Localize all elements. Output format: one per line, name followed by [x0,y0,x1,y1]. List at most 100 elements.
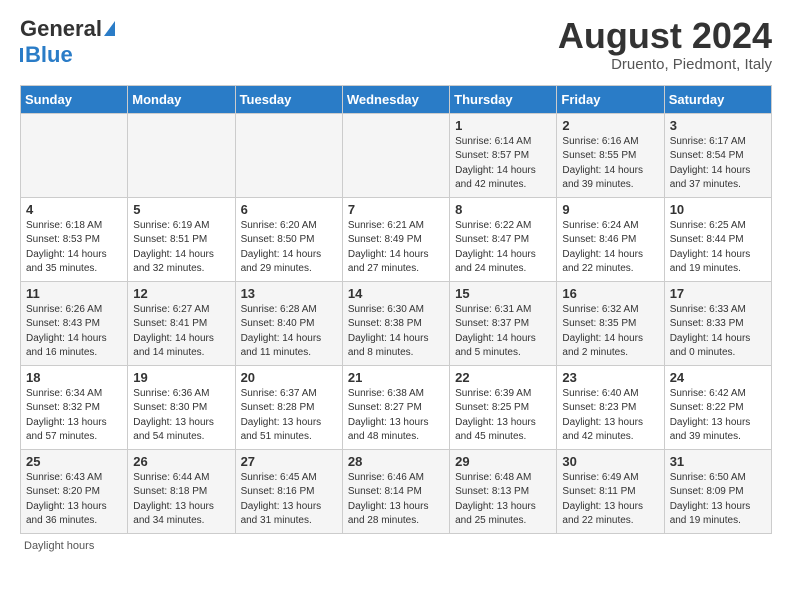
calendar-cell [128,113,235,197]
day-number: 21 [348,370,444,385]
calendar-cell: 4 Sunrise: 6:18 AMSunset: 8:53 PMDaylight… [21,197,128,281]
calendar-cell: 9Sunrise: 6:24 AMSunset: 8:46 PMDaylight… [557,197,664,281]
logo-blue: Blue [25,42,73,68]
calendar-cell: 25Sunrise: 6:43 AMSunset: 8:20 PMDayligh… [21,449,128,533]
logo-general: General [20,16,102,42]
calendar-cell: 13 Sunrise: 6:28 AMSunset: 8:40 PMDayligh… [235,281,342,365]
day-number: 26 [133,454,229,469]
calendar-cell: 21 Sunrise: 6:38 AMSunset: 8:27 PMDayligh… [342,365,449,449]
day-number: 18 [26,370,122,385]
day-number: 14 [348,286,444,301]
week-row-1: 4 Sunrise: 6:18 AMSunset: 8:53 PMDaylight… [21,197,772,281]
day-info: Sunrise: 6:50 AMSunset: 8:09 PMDaylight:… [670,471,766,529]
day-info: Sunrise: 6:18 AMSunset: 8:53 PMDaylight:… [26,219,122,277]
calendar-cell: 28Sunrise: 6:46 AMSunset: 8:14 PMDayligh… [342,449,449,533]
calendar-cell: 1Sunrise: 6:14 AMSunset: 8:57 PMDaylight… [450,113,557,197]
logo: General Blue [20,16,115,68]
day-info: Sunrise: 6:42 AMSunset: 8:22 PMDaylight:… [670,387,766,445]
day-number: 4 [26,202,122,217]
calendar-cell [21,113,128,197]
day-info: Sunrise: 6:40 AMSunset: 8:23 PMDaylight:… [562,387,658,445]
daylight-label: Daylight hours [24,540,94,552]
day-info: Sunrise: 6:26 AMSunset: 8:43 PMDaylight:… [26,303,122,361]
calendar-cell: 14 Sunrise: 6:30 AMSunset: 8:38 PMDayligh… [342,281,449,365]
day-info: Sunrise: 6:31 AMSunset: 8:37 PMDaylight:… [455,303,551,361]
day-info: Sunrise: 6:20 AMSunset: 8:50 PMDaylight:… [241,219,337,277]
day-info: Sunrise: 6:38 AMSunset: 8:27 PMDaylight:… [348,387,444,445]
location: Druento, Piedmont, Italy [558,56,772,73]
footer: Daylight hours [20,540,772,552]
day-info: Sunrise: 6:46 AMSunset: 8:14 PMDaylight:… [348,471,444,529]
calendar-cell: 7Sunrise: 6:21 AMSunset: 8:49 PMDaylight… [342,197,449,281]
day-number: 8 [455,202,551,217]
day-number: 16 [562,286,658,301]
day-info: Sunrise: 6:19 AMSunset: 8:51 PMDaylight:… [133,219,229,277]
header: General Blue August 2024 Druento, Piedmo… [20,16,772,73]
calendar-cell: 24 Sunrise: 6:42 AMSunset: 8:22 PMDayligh… [664,365,771,449]
day-number: 29 [455,454,551,469]
calendar-cell: 22 Sunrise: 6:39 AMSunset: 8:25 PMDayligh… [450,365,557,449]
day-info: Sunrise: 6:37 AMSunset: 8:28 PMDaylight:… [241,387,337,445]
day-number: 7 [348,202,444,217]
day-number: 11 [26,286,122,301]
calendar-cell: 11 Sunrise: 6:26 AMSunset: 8:43 PMDayligh… [21,281,128,365]
calendar-cell: 15 Sunrise: 6:31 AMSunset: 8:37 PMDayligh… [450,281,557,365]
day-number: 6 [241,202,337,217]
calendar-cell [235,113,342,197]
calendar-table: SundayMondayTuesdayWednesdayThursdayFrid… [20,85,772,534]
day-number: 23 [562,370,658,385]
day-number: 19 [133,370,229,385]
calendar-cell [342,113,449,197]
day-info: Sunrise: 6:27 AMSunset: 8:41 PMDaylight:… [133,303,229,361]
calendar-cell: 18 Sunrise: 6:34 AMSunset: 8:32 PMDayligh… [21,365,128,449]
col-header-monday: Monday [128,85,235,113]
col-header-wednesday: Wednesday [342,85,449,113]
day-info: Sunrise: 6:45 AMSunset: 8:16 PMDaylight:… [241,471,337,529]
col-header-tuesday: Tuesday [235,85,342,113]
day-number: 30 [562,454,658,469]
header-row: SundayMondayTuesdayWednesdayThursdayFrid… [21,85,772,113]
calendar-cell: 29Sunrise: 6:48 AMSunset: 8:13 PMDayligh… [450,449,557,533]
day-number: 20 [241,370,337,385]
day-info: Sunrise: 6:30 AMSunset: 8:38 PMDaylight:… [348,303,444,361]
day-info: Sunrise: 6:17 AMSunset: 8:54 PMDaylight:… [670,135,766,193]
day-info: Sunrise: 6:33 AMSunset: 8:33 PMDaylight:… [670,303,766,361]
calendar-cell: 27 Sunrise: 6:45 AMSunset: 8:16 PMDayligh… [235,449,342,533]
day-info: Sunrise: 6:22 AMSunset: 8:47 PMDaylight:… [455,219,551,277]
week-row-4: 25Sunrise: 6:43 AMSunset: 8:20 PMDayligh… [21,449,772,533]
day-info: Sunrise: 6:25 AMSunset: 8:44 PMDaylight:… [670,219,766,277]
page: General Blue August 2024 Druento, Piedmo… [0,0,792,562]
day-number: 15 [455,286,551,301]
col-header-thursday: Thursday [450,85,557,113]
day-number: 24 [670,370,766,385]
day-info: Sunrise: 6:32 AMSunset: 8:35 PMDaylight:… [562,303,658,361]
col-header-friday: Friday [557,85,664,113]
day-number: 22 [455,370,551,385]
day-info: Sunrise: 6:39 AMSunset: 8:25 PMDaylight:… [455,387,551,445]
calendar-cell: 2 Sunrise: 6:16 AMSunset: 8:55 PMDaylight… [557,113,664,197]
day-number: 12 [133,286,229,301]
day-number: 2 [562,118,658,133]
day-info: Sunrise: 6:44 AMSunset: 8:18 PMDaylight:… [133,471,229,529]
day-number: 3 [670,118,766,133]
day-info: Sunrise: 6:34 AMSunset: 8:32 PMDaylight:… [26,387,122,445]
calendar-cell: 23 Sunrise: 6:40 AMSunset: 8:23 PMDayligh… [557,365,664,449]
day-info: Sunrise: 6:36 AMSunset: 8:30 PMDaylight:… [133,387,229,445]
day-number: 17 [670,286,766,301]
calendar-cell: 17 Sunrise: 6:33 AMSunset: 8:33 PMDayligh… [664,281,771,365]
day-number: 13 [241,286,337,301]
calendar-cell: 31Sunrise: 6:50 AMSunset: 8:09 PMDayligh… [664,449,771,533]
day-info: Sunrise: 6:49 AMSunset: 8:11 PMDaylight:… [562,471,658,529]
calendar-cell: 20 Sunrise: 6:37 AMSunset: 8:28 PMDayligh… [235,365,342,449]
day-info: Sunrise: 6:28 AMSunset: 8:40 PMDaylight:… [241,303,337,361]
calendar-cell: 26 Sunrise: 6:44 AMSunset: 8:18 PMDayligh… [128,449,235,533]
logo-triangle-icon [104,21,115,36]
day-info: Sunrise: 6:16 AMSunset: 8:55 PMDaylight:… [562,135,658,193]
calendar-cell: 19 Sunrise: 6:36 AMSunset: 8:30 PMDayligh… [128,365,235,449]
day-number: 25 [26,454,122,469]
day-number: 27 [241,454,337,469]
title-area: August 2024 Druento, Piedmont, Italy [558,16,772,73]
day-info: Sunrise: 6:14 AMSunset: 8:57 PMDaylight:… [455,135,551,193]
calendar-cell: 16 Sunrise: 6:32 AMSunset: 8:35 PMDayligh… [557,281,664,365]
calendar-cell: 5Sunrise: 6:19 AMSunset: 8:51 PMDaylight… [128,197,235,281]
